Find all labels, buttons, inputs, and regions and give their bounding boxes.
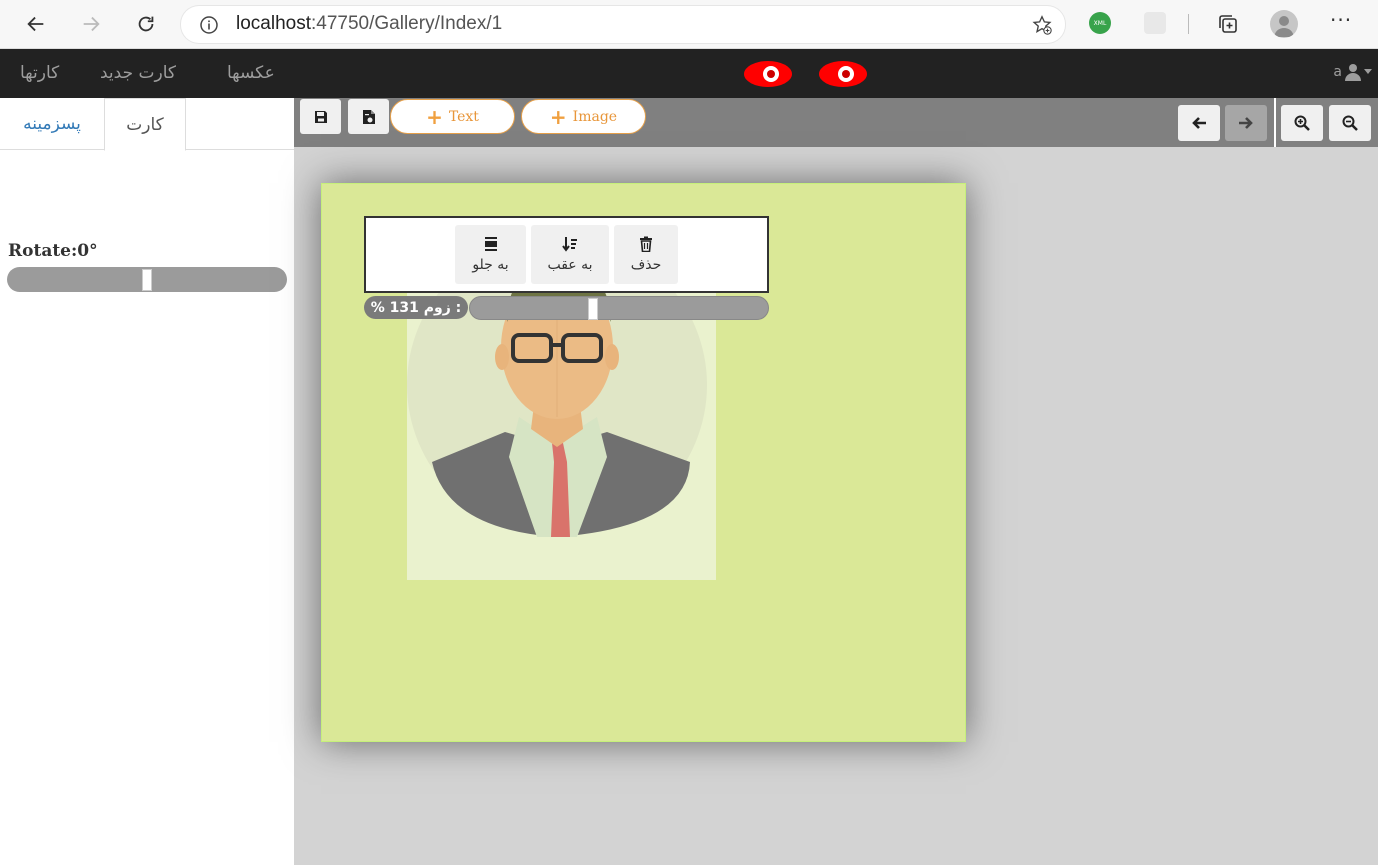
rotate-slider-thumb[interactable] xyxy=(142,269,152,291)
zoom-out-button[interactable] xyxy=(1329,105,1371,141)
image-zoom-slider[interactable] xyxy=(469,296,769,320)
toolbar-divider xyxy=(1274,98,1276,147)
export-button[interactable] xyxy=(348,99,389,134)
caret-down-icon xyxy=(1364,69,1372,74)
address-bar[interactable]: localhost:47750/Gallery/Index/1 xyxy=(181,6,1065,43)
tab-background[interactable]: پسزمینه xyxy=(0,98,104,150)
editor-workspace: به جلو به عقب حذف % 131 زوم : xyxy=(294,147,1378,865)
user-menu[interactable]: a xyxy=(1333,63,1372,81)
zoom-in-button[interactable] xyxy=(1281,105,1323,141)
user-name: a xyxy=(1333,64,1342,80)
plus-icon: + xyxy=(549,104,567,129)
back-button[interactable] xyxy=(20,8,52,40)
xml-extension-icon[interactable]: XML xyxy=(1089,12,1111,34)
eye-logo-icon xyxy=(819,61,867,87)
add-text-button[interactable]: + Text xyxy=(390,99,515,134)
nav-link-cards[interactable]: کارتها xyxy=(20,63,59,83)
add-image-button[interactable]: + Image xyxy=(521,99,646,134)
properties-panel: پسزمینه کارت Rotate:0° xyxy=(0,98,294,865)
app-navbar: کارتها کارت جدید عکسها a xyxy=(0,49,1378,98)
zoom-label: % 131 زوم : xyxy=(364,296,468,319)
arrow-right-icon xyxy=(1239,117,1253,129)
save-icon xyxy=(314,110,327,123)
send-back-button[interactable]: به عقب xyxy=(531,225,609,284)
arrow-left-icon xyxy=(27,16,44,32)
arrow-left-icon xyxy=(1192,117,1206,129)
trash-icon xyxy=(640,236,652,252)
extension-icon[interactable] xyxy=(1144,12,1166,34)
zoom-out-icon xyxy=(1342,115,1358,131)
nav-link-photos[interactable]: عکسها xyxy=(227,63,275,83)
delete-button[interactable]: حذف xyxy=(614,225,678,284)
profile-avatar[interactable] xyxy=(1270,10,1298,38)
context-menu: به جلو به عقب حذف xyxy=(364,216,769,293)
url-path: :47750/Gallery/Index/1 xyxy=(311,13,503,34)
nav-link-new-card[interactable]: کارت جدید xyxy=(100,63,176,83)
save-button[interactable] xyxy=(300,99,341,134)
export-icon xyxy=(362,109,375,124)
eye-logo-icon xyxy=(744,61,792,87)
more-menu-icon[interactable]: ··· xyxy=(1330,8,1352,32)
bring-front-button[interactable]: به جلو xyxy=(455,225,526,284)
reload-icon xyxy=(138,16,154,32)
bring-front-icon xyxy=(484,237,497,251)
extension-label: XML xyxy=(1093,19,1107,27)
rotate-label: Rotate:0° xyxy=(8,241,98,261)
arrow-right-icon xyxy=(83,16,100,32)
card-canvas[interactable]: به جلو به عقب حذف % 131 زوم : xyxy=(321,183,966,742)
bring-front-label: به جلو xyxy=(472,257,509,273)
person-icon xyxy=(1274,16,1294,37)
add-text-label: Text xyxy=(448,108,479,125)
reload-button[interactable] xyxy=(130,8,162,40)
zoom-in-icon xyxy=(1294,115,1310,131)
favorite-star-icon[interactable] xyxy=(1031,14,1053,36)
info-icon xyxy=(200,16,218,34)
undo-button[interactable] xyxy=(1178,105,1220,141)
sort-down-icon xyxy=(562,237,577,252)
plus-icon: + xyxy=(426,104,443,129)
collections-icon[interactable] xyxy=(1216,12,1240,36)
panel-tabs: پسزمینه کارت xyxy=(0,98,294,151)
delete-label: حذف xyxy=(630,257,662,273)
send-back-label: به عقب xyxy=(547,257,593,273)
add-image-label: Image xyxy=(572,108,618,125)
url-host: localhost xyxy=(236,13,311,34)
zoom-slider-thumb[interactable] xyxy=(588,298,599,320)
forward-button[interactable] xyxy=(75,8,107,40)
browser-toolbar: localhost:47750/Gallery/Index/1 XML ··· xyxy=(0,0,1378,49)
tab-card[interactable]: کارت xyxy=(104,98,186,151)
url-text: localhost:47750/Gallery/Index/1 xyxy=(236,13,502,35)
toolbar-divider xyxy=(1188,14,1189,34)
redo-button[interactable] xyxy=(1225,105,1267,141)
user-icon xyxy=(1345,64,1361,81)
editor-toolbar: + Text + Image xyxy=(294,98,1378,147)
rotate-slider[interactable] xyxy=(7,267,287,292)
